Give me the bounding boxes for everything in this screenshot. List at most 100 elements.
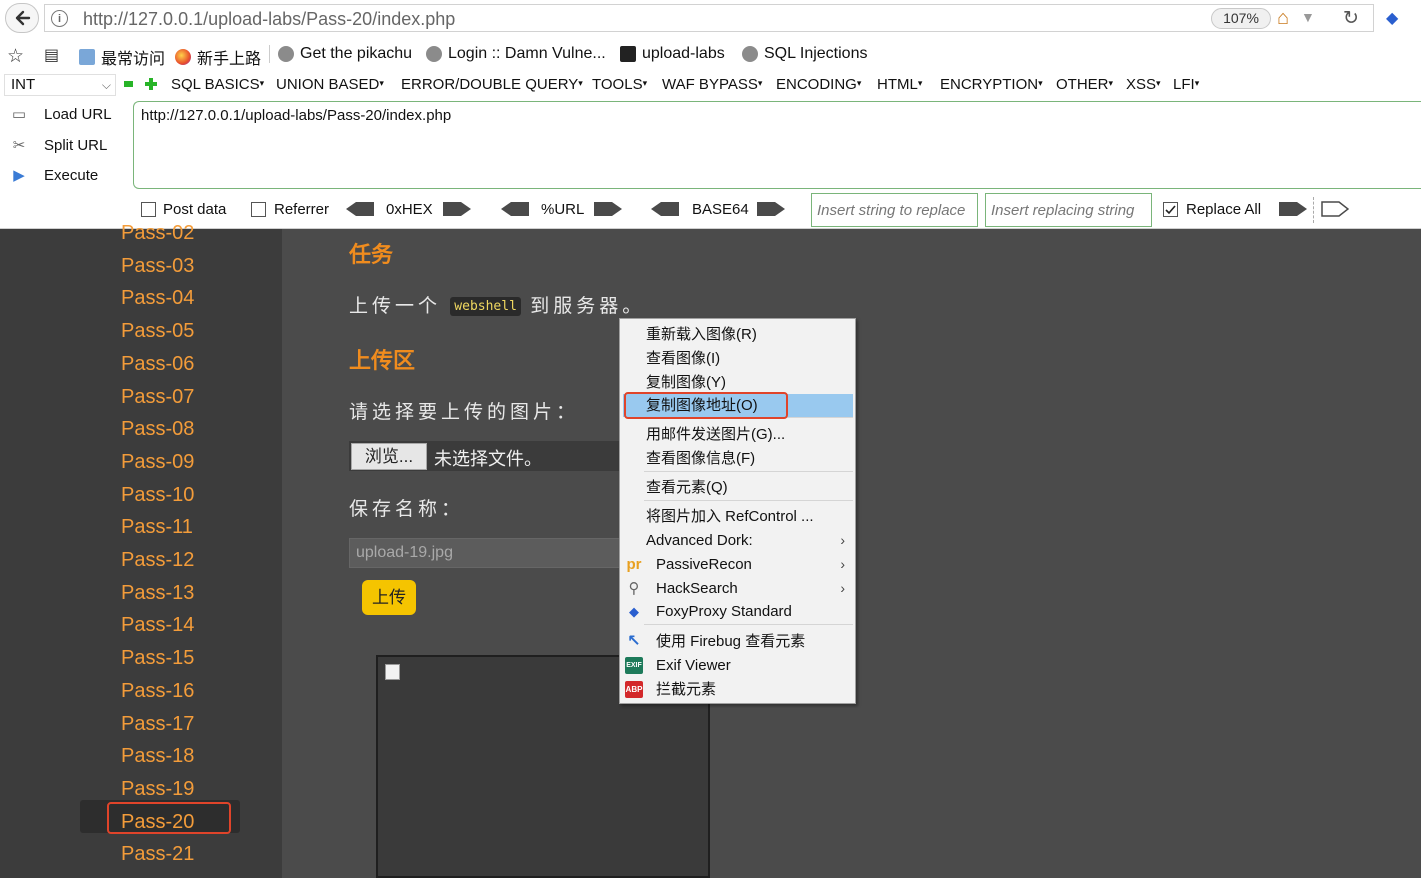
file-input[interactable]: 浏览... 未选择文件。 [349, 441, 629, 471]
insert-string-input[interactable]: Insert string to replace [811, 193, 978, 227]
base64-label: BASE64 [692, 201, 749, 218]
context-menu-item[interactable]: ⚲ HackSearch › [620, 577, 855, 600]
bookmark-dvwa[interactable]: Login :: Damn Vulne... [426, 45, 606, 63]
hackbar-menu-encoding[interactable]: ENCODING▾ [776, 76, 861, 93]
sidebar-item-pass-04[interactable]: Pass-04 [121, 287, 194, 310]
sidebar-item-pass-06[interactable]: Pass-06 [121, 353, 194, 376]
bookmark-most-visited[interactable]: 最常访问 [79, 45, 165, 69]
hackbar-menu-tools[interactable]: TOOLS▾ [592, 76, 647, 93]
bookmarks-list-icon[interactable]: ▤ [44, 45, 59, 65]
referrer-checkbox[interactable] [251, 202, 266, 217]
sidebar-item-pass-11[interactable]: Pass-11 [121, 516, 193, 539]
sidebar-item-pass-05[interactable]: Pass-05 [121, 320, 194, 343]
context-menu-item[interactable]: 查看元素(Q) [620, 476, 855, 499]
extension-bird-icon[interactable]: ◆ [1386, 8, 1398, 28]
sidebar-item-pass-21[interactable]: Pass-21 [121, 843, 194, 866]
post-data-checkbox[interactable] [141, 202, 156, 217]
hackbar-menu-xss[interactable]: XSS▾ [1126, 76, 1161, 93]
context-menu-item[interactable]: Advanced Dork: › [620, 529, 855, 552]
browse-button[interactable]: 浏览... [351, 443, 427, 470]
right-arrow-icon[interactable] [443, 201, 471, 217]
hackbar-url-textarea[interactable]: http://127.0.0.1/upload-labs/Pass-20/ind… [133, 101, 1421, 189]
replacing-string-input[interactable]: Insert replacing string [985, 193, 1152, 227]
context-menu-item[interactable]: 复制图像(Y) [620, 371, 855, 394]
star-icon[interactable]: ☆ [7, 45, 24, 68]
sidebar-item-pass-18[interactable]: Pass-18 [121, 745, 194, 768]
sidebar-item-pass-16[interactable]: Pass-16 [121, 680, 194, 703]
red-annotation-box [624, 392, 788, 419]
load-url-button[interactable]: ▭ Load URL [8, 101, 112, 127]
left-arrow-icon[interactable] [346, 201, 374, 217]
hackbar-menu-sql-basics[interactable]: SQL BASICS▾ [171, 76, 264, 93]
execute-button[interactable]: ▶ Execute [8, 162, 98, 188]
left-arrow-icon[interactable] [501, 201, 529, 217]
address-bar[interactable]: i http://127.0.0.1/upload-labs/Pass-20/i… [44, 4, 1374, 32]
context-menu-label: FoxyProxy Standard [656, 603, 792, 620]
context-menu-item[interactable]: 查看图像(I) [620, 347, 855, 370]
context-menu-label: Exif Viewer [656, 657, 731, 674]
back-button[interactable] [5, 3, 39, 33]
sidebar-item-pass-10[interactable]: Pass-10 [121, 484, 194, 507]
sidebar-item-pass-19[interactable]: Pass-19 [121, 778, 194, 801]
context-menu-item[interactable]: ABP 拦截元素 [620, 678, 855, 701]
bookmark-getting-started[interactable]: 新手上路 [175, 45, 261, 69]
sidebar-item-pass-14[interactable]: Pass-14 [121, 614, 194, 637]
replace-all-checkbox[interactable] [1163, 202, 1178, 217]
context-menu-item[interactable]: 查看图像信息(F) [620, 447, 855, 470]
task-text-before: 上传一个 [349, 296, 442, 317]
chevron-down-icon[interactable]: ▼ [1301, 9, 1315, 25]
hackbar-menu-union-based[interactable]: UNION BASED▾ [276, 76, 384, 93]
context-menu-item[interactable]: ◆ FoxyProxy Standard [620, 600, 855, 623]
left-arrow-icon[interactable] [651, 201, 679, 217]
context-menu-item[interactable]: 重新载入图像(R) [620, 323, 855, 346]
context-menu-item[interactable]: ↖ 使用 Firebug 查看元素 [620, 630, 855, 653]
submenu-arrow-icon: › [840, 580, 845, 596]
context-menu-item[interactable]: EXIF Exif Viewer [620, 654, 855, 677]
context-menu-label: PassiveRecon [656, 556, 752, 573]
save-name-label: 保存名称： [349, 499, 465, 520]
hackbar-menu-waf-bypass[interactable]: WAF BYPASS▾ [662, 76, 762, 93]
context-menu-item[interactable]: 将图片加入 RefControl ... [620, 505, 855, 528]
right-arrow-outline-icon[interactable] [1321, 201, 1349, 217]
info-icon[interactable]: i [51, 10, 68, 27]
home-icon[interactable]: ⌂ [1277, 7, 1289, 30]
sidebar-item-pass-12[interactable]: Pass-12 [121, 549, 194, 572]
hackbar-menu-other[interactable]: OTHER▾ [1056, 76, 1113, 93]
int-select[interactable]: INT ⌵ [4, 74, 116, 96]
sidebar-item-pass-08[interactable]: Pass-08 [121, 418, 194, 441]
reload-icon[interactable]: ↻ [1343, 7, 1359, 30]
save-name-input[interactable]: upload-19.jpg [349, 538, 629, 568]
hackbar-menu-encryption[interactable]: ENCRYPTION▾ [940, 76, 1043, 93]
hackbar-menu-html[interactable]: HTML▾ [877, 76, 922, 93]
caret-down-icon: ▾ [578, 78, 583, 88]
sidebar-item-pass-09[interactable]: Pass-09 [121, 451, 194, 474]
bookmark-label: upload-labs [642, 45, 725, 62]
sidebar-item-pass-17[interactable]: Pass-17 [121, 713, 194, 736]
right-arrow-icon[interactable] [757, 201, 785, 217]
sidebar-item-pass-03[interactable]: Pass-03 [121, 255, 194, 278]
hackbar-menu-lfi[interactable]: LFI▾ [1173, 76, 1199, 93]
bookmark-sql-injections[interactable]: SQL Injections [742, 45, 867, 63]
caret-down-icon: ▾ [259, 78, 265, 88]
sidebar-item-pass-15[interactable]: Pass-15 [121, 647, 194, 670]
sidebar-item-pass-02[interactable]: Pass-02 [121, 222, 194, 245]
zoom-level-badge[interactable]: 107% [1211, 8, 1271, 29]
context-menu-item[interactable]: 用邮件发送图片(G)... [620, 423, 855, 446]
bookmark-label: SQL Injections [764, 45, 868, 62]
magnifier-icon: ⚲ [628, 580, 640, 597]
context-menu-item[interactable]: pr PassiveRecon › [620, 553, 855, 576]
green-plus-icon[interactable] [145, 77, 157, 90]
address-text[interactable]: http://127.0.0.1/upload-labs/Pass-20/ind… [83, 9, 455, 30]
split-url-button[interactable]: ✂ Split URL [8, 132, 108, 158]
right-arrow-icon[interactable] [594, 201, 622, 217]
right-arrow-icon[interactable] [1279, 201, 1307, 217]
task-text-after: 到服务器。 [530, 296, 646, 317]
sidebar-item-pass-13[interactable]: Pass-13 [121, 582, 194, 605]
bookmark-pikachu[interactable]: Get the pikachu [269, 45, 412, 63]
hackbar-menu-error-double-query[interactable]: ERROR/DOUBLE QUERY▾ [401, 76, 583, 93]
sidebar-item-pass-07[interactable]: Pass-07 [121, 386, 194, 409]
green-minus-icon[interactable] [124, 81, 133, 87]
upload-button[interactable]: 上传 [362, 580, 416, 615]
bookmark-upload-labs[interactable]: upload-labs [620, 45, 725, 63]
caret-down-icon: ▾ [856, 78, 862, 88]
